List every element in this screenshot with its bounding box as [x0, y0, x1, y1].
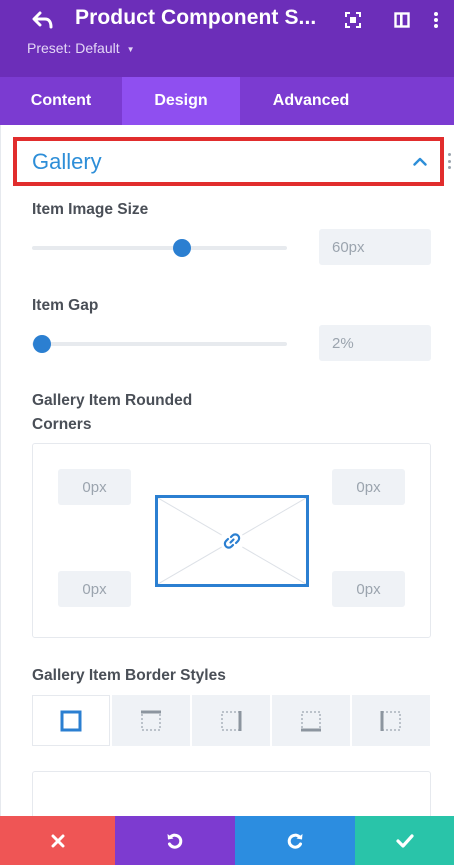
action-bar [0, 816, 454, 865]
gap-label: Item Gap [32, 297, 99, 314]
settings-header: Product Component S... Preset: Default ▼ [0, 0, 454, 77]
border-top-option[interactable] [112, 695, 190, 746]
redo-icon [287, 833, 303, 849]
undo-icon [167, 833, 183, 849]
tab-advanced[interactable]: Advanced [240, 77, 382, 125]
corner-preview [155, 495, 309, 587]
redo-button[interactable] [235, 816, 355, 865]
image-size-slider-handle[interactable] [173, 239, 191, 257]
image-size-slider[interactable] [32, 246, 287, 250]
corner-bottom-left-input[interactable]: 0px [58, 571, 131, 607]
rounded-corners-label-line2: Corners [32, 416, 92, 433]
caret-down-icon: ▼ [126, 44, 135, 54]
corner-top-left-input[interactable]: 0px [58, 469, 131, 505]
settings-panel: Gallery Item Image Size 60px Item Gap 2%… [0, 125, 454, 816]
tab-bar: Content Design Advanced [0, 77, 454, 125]
corner-top-right-input[interactable]: 0px [332, 469, 405, 505]
preset-label: Preset: Default [27, 40, 120, 56]
check-icon [395, 833, 414, 848]
gap-slider-handle[interactable] [33, 335, 51, 353]
preset-selector[interactable]: Preset: Default ▼ [27, 40, 135, 56]
image-size-label: Item Image Size [32, 201, 149, 218]
discard-button[interactable] [0, 816, 115, 865]
save-button[interactable] [355, 816, 454, 865]
border-right-option[interactable] [192, 695, 270, 746]
focus-icon[interactable] [343, 10, 363, 30]
tab-content[interactable]: Content [0, 77, 122, 125]
modal-title: Product Component S... [75, 6, 317, 29]
more-vertical-icon[interactable] [426, 10, 446, 30]
border-style-selector [32, 695, 431, 746]
chevron-up-icon [412, 154, 428, 170]
tab-design[interactable]: Design [122, 77, 240, 125]
rounded-corners-control: 0px 0px 0px 0px [32, 443, 431, 638]
border-all-sides-option[interactable] [32, 695, 110, 746]
image-size-input[interactable]: 60px [319, 229, 431, 265]
gallery-section-toggle[interactable]: Gallery [13, 137, 444, 186]
border-bottom-option[interactable] [272, 695, 350, 746]
gap-input[interactable]: 2% [319, 325, 431, 361]
back-arrow-icon[interactable] [30, 8, 56, 32]
border-styles-label: Gallery Item Border Styles [32, 667, 226, 684]
close-icon [51, 834, 64, 847]
section-menu-icon[interactable] [446, 153, 452, 169]
panel-divider [0, 125, 1, 816]
border-settings-box [32, 771, 431, 816]
undo-button[interactable] [115, 816, 235, 865]
split-view-icon[interactable] [392, 10, 412, 30]
section-title: Gallery [32, 148, 102, 174]
border-left-option[interactable] [352, 695, 430, 746]
rounded-corners-label-line1: Gallery Item Rounded [32, 392, 193, 409]
link-icon[interactable] [220, 529, 244, 553]
corner-bottom-right-input[interactable]: 0px [332, 571, 405, 607]
gap-slider[interactable] [32, 342, 287, 346]
